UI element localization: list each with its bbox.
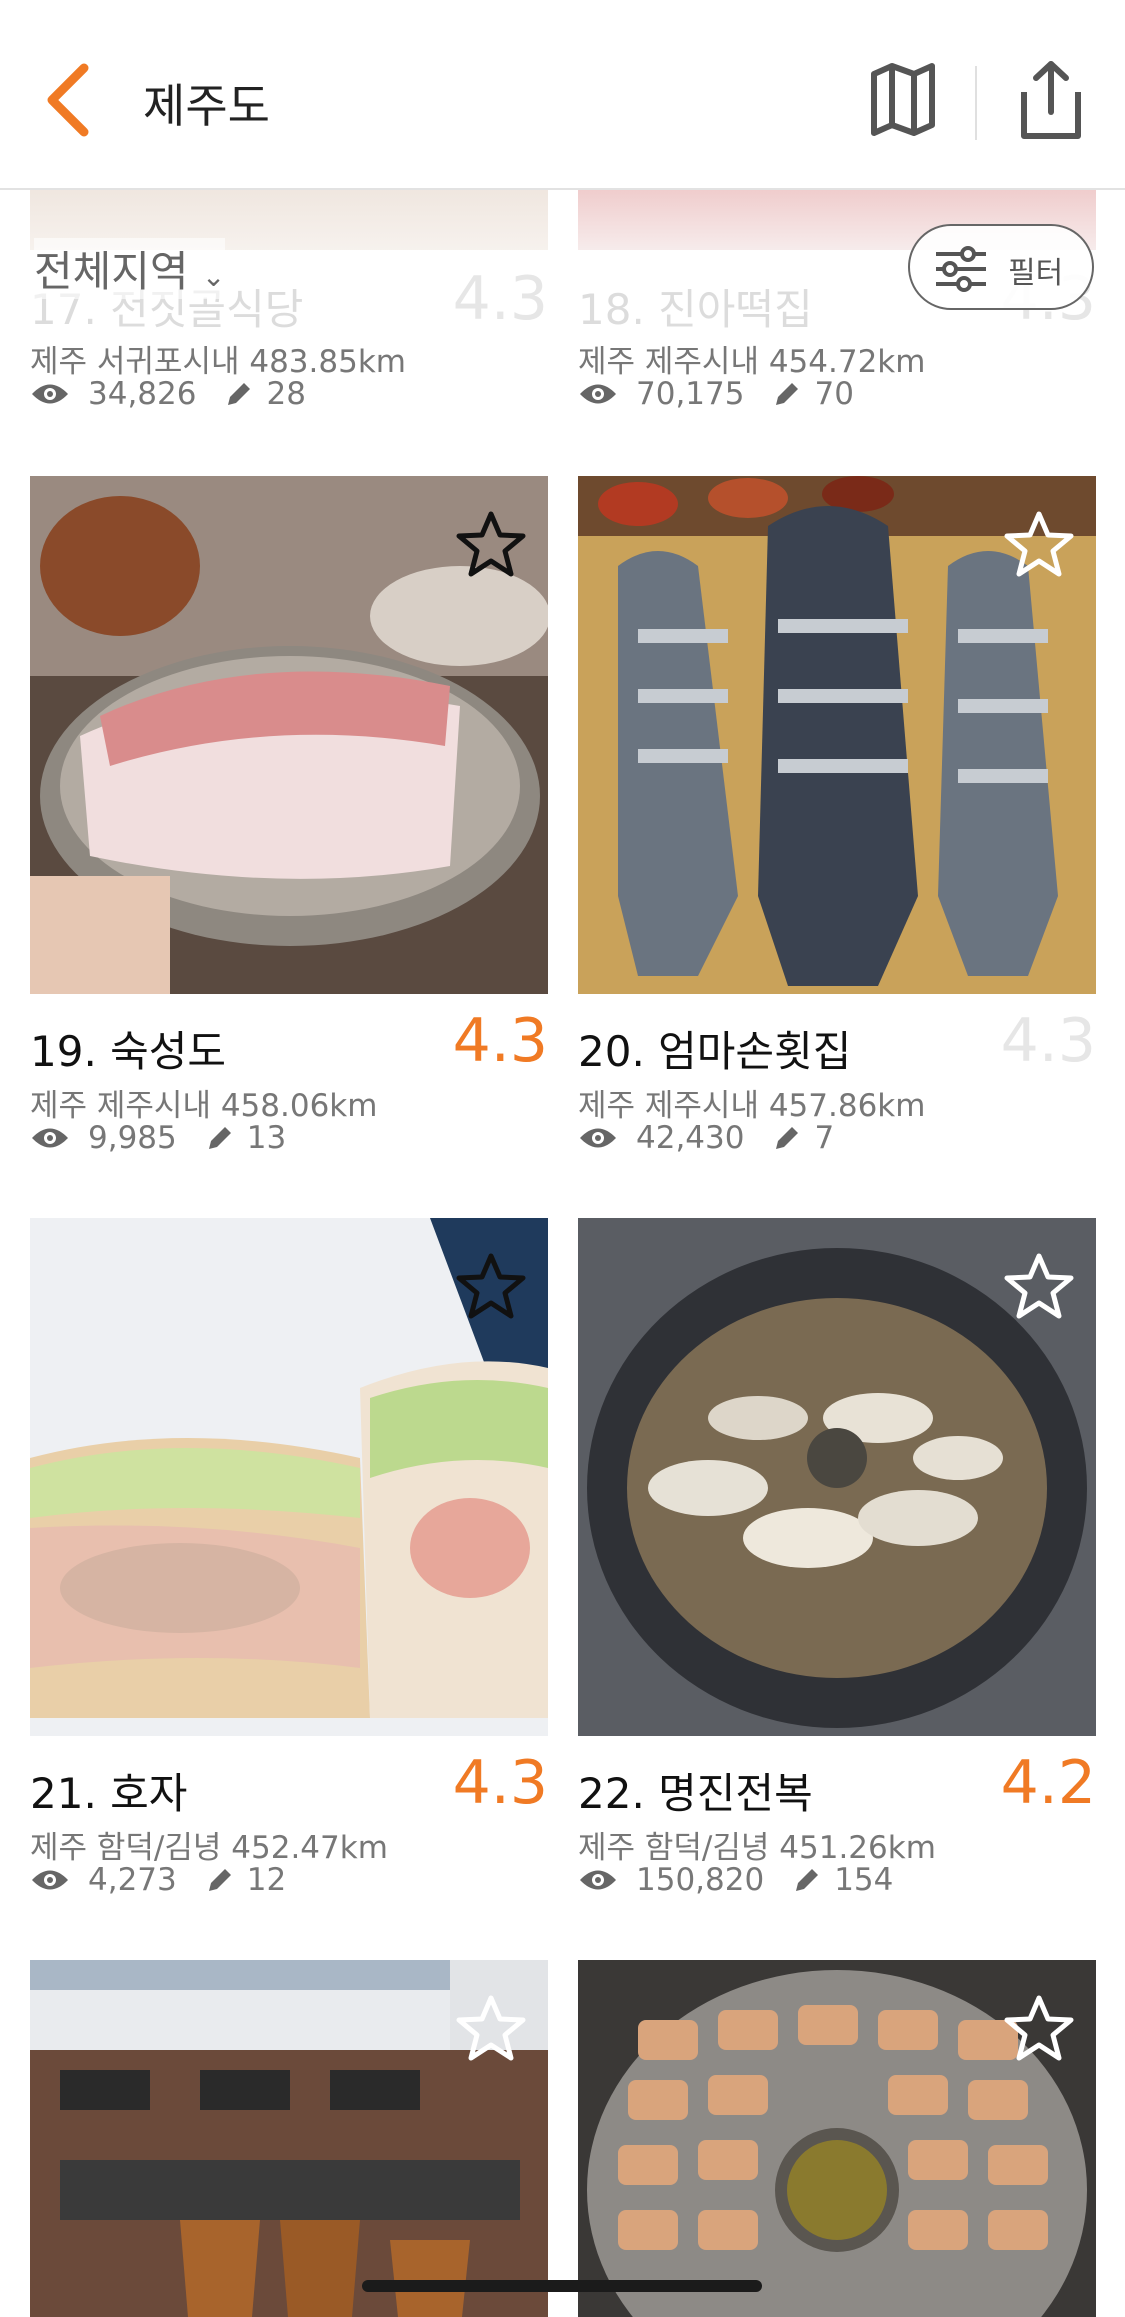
restaurant-card[interactable]: 21. 호자 4.3 제주 함덕/김녕 452.47km 4,273 12 [30, 1218, 548, 1918]
restaurant-stats: 70,175 70 [578, 376, 854, 412]
restaurant-rating: 4.2 [1000, 1748, 1096, 1818]
restaurant-location: 제주 제주시내 458.06km [30, 1088, 378, 1124]
pencil-icon [208, 1869, 231, 1891]
restaurant-location: 제주 제주시내 454.72km [578, 344, 926, 380]
eye-icon [32, 384, 68, 404]
top-navigation-bar: 제주도 [0, 0, 1125, 190]
restaurant-name: 21. 호자 [30, 1769, 188, 1818]
restaurant-stats: 4,273 12 [30, 1862, 286, 1898]
pencil-icon [776, 1127, 799, 1149]
star-icon[interactable] [456, 510, 526, 578]
eye-icon [580, 1128, 616, 1148]
pencil-icon [796, 1869, 819, 1891]
review-count: 154 [834, 1862, 894, 1898]
review-count: 70 [814, 376, 854, 412]
review-count: 28 [266, 376, 306, 412]
restaurant-stats: 9,985 13 [30, 1120, 286, 1156]
restaurant-name: 19. 숙성도 [30, 1027, 227, 1076]
restaurant-location: 제주 함덕/김녕 451.26km [578, 1830, 936, 1866]
restaurant-location: 제주 서귀포시내 483.85km [30, 344, 406, 380]
sliders-icon [936, 246, 986, 292]
star-icon[interactable] [456, 1994, 526, 2062]
restaurant-rating: 4.3 [452, 264, 548, 334]
star-icon[interactable] [456, 1252, 526, 1320]
restaurant-card[interactable]: 19. 숙성도 4.3 제주 제주시내 458.06km 9,985 13 [30, 476, 548, 1176]
restaurant-stats: 34,826 28 [30, 376, 306, 412]
view-count: 70,175 [636, 376, 745, 412]
home-indicator [362, 2280, 762, 2292]
restaurant-name: 20. 엄마손횟집 [578, 1027, 852, 1076]
restaurant-location: 제주 제주시내 457.86km [578, 1088, 926, 1124]
restaurant-stats: 150,820 154 [578, 1862, 893, 1898]
star-icon[interactable] [1004, 1252, 1074, 1320]
view-count: 4,273 [88, 1862, 177, 1898]
page-title: 제주도 [143, 79, 270, 133]
view-count: 34,826 [88, 376, 197, 412]
restaurant-rating: 4.3 [1000, 1006, 1096, 1076]
restaurant-stats: 42,430 7 [578, 1120, 834, 1156]
map-icon[interactable] [868, 62, 938, 137]
restaurant-name: 22. 명진전복 [578, 1769, 813, 1818]
filter-button[interactable]: 필터 [908, 224, 1094, 310]
filter-label: 필터 [1008, 256, 1064, 291]
review-count: 7 [814, 1120, 835, 1156]
view-count: 150,820 [636, 1862, 765, 1898]
region-filter-dropdown[interactable]: 전체지역 ⌄ [34, 238, 226, 299]
review-count: 13 [246, 1120, 287, 1156]
chevron-down-icon: ⌄ [201, 260, 226, 293]
restaurant-card[interactable]: 22. 명진전복 4.2 제주 함덕/김녕 451.26km 150,820 1… [578, 1218, 1096, 1918]
view-count: 9,985 [88, 1120, 177, 1156]
restaurant-card[interactable] [30, 1960, 548, 2317]
restaurant-rating: 4.3 [452, 1748, 548, 1818]
pencil-icon [776, 383, 799, 405]
region-filter-label: 전체지역 [34, 247, 189, 296]
eye-icon [580, 1870, 616, 1890]
pencil-icon [208, 1127, 231, 1149]
restaurant-rating: 4.3 [452, 1006, 548, 1076]
restaurant-card[interactable] [578, 1960, 1096, 2317]
restaurant-location: 제주 함덕/김녕 452.47km [30, 1830, 388, 1866]
view-count: 42,430 [636, 1120, 745, 1156]
restaurant-name: 18. 진아떡집 [578, 285, 813, 334]
eye-icon [32, 1870, 68, 1890]
restaurant-card[interactable]: 20. 엄마손횟집 4.3 제주 제주시내 457.86km 42,430 7 [578, 476, 1096, 1176]
eye-icon [32, 1128, 68, 1148]
eye-icon [580, 384, 616, 404]
review-count: 12 [246, 1862, 287, 1898]
pencil-icon [228, 383, 251, 405]
back-chevron-icon[interactable] [40, 60, 100, 140]
star-icon[interactable] [1004, 1994, 1074, 2062]
share-icon[interactable] [1018, 58, 1084, 142]
header-divider [975, 66, 977, 140]
star-icon[interactable] [1004, 510, 1074, 578]
